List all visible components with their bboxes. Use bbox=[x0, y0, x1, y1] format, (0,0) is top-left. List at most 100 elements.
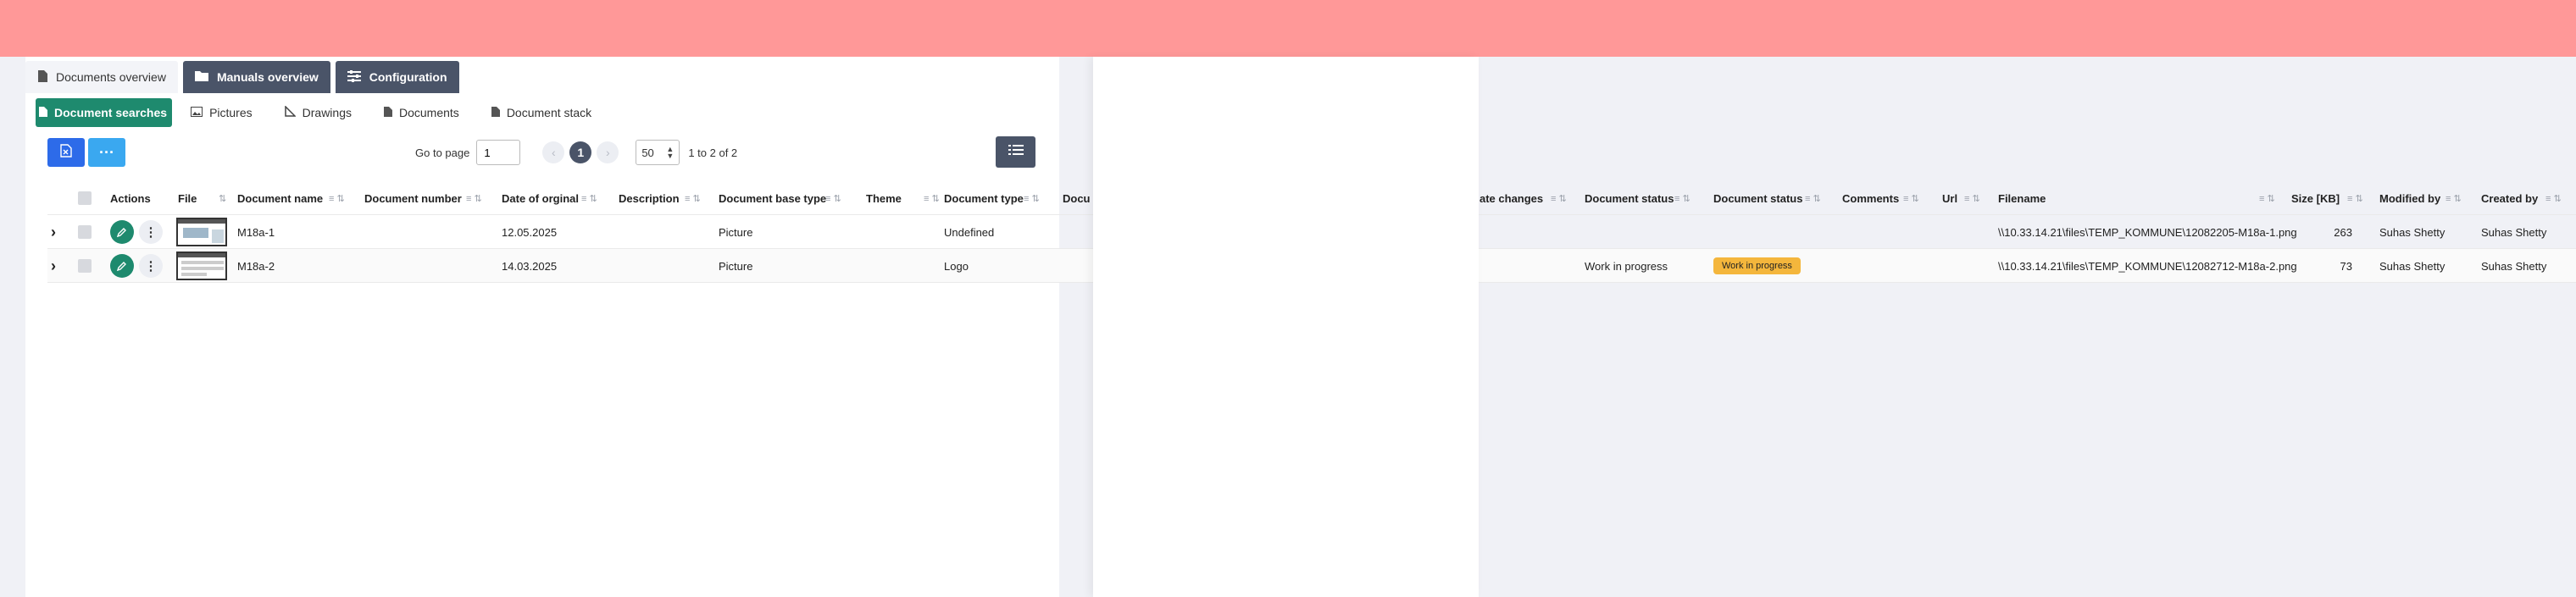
main-panel bbox=[25, 57, 1059, 597]
cell-base-type: Picture bbox=[719, 259, 753, 273]
subtab-document-searches[interactable]: Document searches bbox=[36, 98, 173, 127]
kebab-icon: ⋮ bbox=[144, 225, 158, 240]
row-checkbox[interactable] bbox=[78, 215, 92, 249]
excel-export-button[interactable] bbox=[47, 138, 85, 167]
tab-manuals-overview[interactable]: Manuals overview bbox=[182, 61, 330, 93]
tab-label: Manuals overview bbox=[216, 70, 319, 84]
cell-created-by: Suhas Shetty bbox=[2481, 225, 2547, 239]
col-file[interactable]: File bbox=[178, 181, 197, 215]
expand-row-button[interactable]: › bbox=[51, 249, 56, 283]
tab-documents-overview[interactable]: Documents overview bbox=[25, 61, 178, 93]
row-menu-button[interactable]: ⋮ bbox=[139, 249, 163, 283]
kebab-icon: ⋮ bbox=[144, 259, 158, 274]
select-all-checkbox[interactable] bbox=[78, 181, 92, 215]
sort-icon[interactable]: ≡ ⇅ bbox=[1805, 181, 1821, 215]
sort-icon[interactable]: ≡ ⇅ bbox=[1674, 181, 1690, 215]
col-date-changes-partial[interactable]: ate changes bbox=[1480, 181, 1543, 215]
folder-icon bbox=[194, 70, 208, 84]
subtab-label: Pictures bbox=[209, 106, 253, 119]
col-base-type[interactable]: Document base type bbox=[719, 181, 826, 215]
subtab-label: Documents bbox=[399, 106, 459, 119]
sort-icon[interactable]: ≡ ⇅ bbox=[581, 181, 597, 215]
col-document-number[interactable]: Document number bbox=[364, 181, 462, 215]
cell-document-type: Logo bbox=[944, 259, 969, 273]
col-url[interactable]: Url bbox=[1942, 181, 1957, 215]
top-banner bbox=[0, 0, 2576, 57]
cell-size: 263 bbox=[2334, 225, 2352, 239]
sort-icon[interactable]: ≡ ⇅ bbox=[2347, 181, 2363, 215]
column-chooser-button[interactable] bbox=[996, 136, 1035, 168]
sort-icon[interactable]: ≡ ⇅ bbox=[1964, 181, 1980, 215]
subtab-document-stack[interactable]: Document stack bbox=[478, 98, 605, 127]
updown-icon: ▲ ▼ bbox=[666, 145, 675, 160]
sort-icon[interactable]: ≡ ⇅ bbox=[466, 181, 482, 215]
more-options-button[interactable]: ··· bbox=[88, 138, 125, 167]
sort-icon[interactable]: ≡ ⇅ bbox=[2446, 181, 2462, 215]
edit-button[interactable] bbox=[110, 249, 134, 283]
sort-icon[interactable]: ≡ ⇅ bbox=[329, 181, 345, 215]
col-description[interactable]: Description bbox=[619, 181, 680, 215]
subtab-pictures[interactable]: Pictures bbox=[177, 98, 266, 127]
page-input[interactable] bbox=[476, 140, 521, 165]
cell-document-status: Work in progress bbox=[1585, 259, 1668, 273]
page-size-value: 50 bbox=[641, 146, 654, 159]
sliders-icon bbox=[347, 69, 361, 85]
subtab-documents[interactable]: Documents bbox=[370, 98, 473, 127]
sort-icon[interactable]: ≡ ⇅ bbox=[2545, 181, 2562, 215]
col-filename[interactable]: Filename bbox=[1998, 181, 2046, 215]
col-created-by[interactable]: Created by bbox=[2481, 181, 2538, 215]
col-size[interactable]: Size [KB] bbox=[2291, 181, 2340, 215]
col-modified-by[interactable]: Modified by bbox=[2379, 181, 2440, 215]
chevron-right-icon: › bbox=[605, 146, 610, 159]
col-actions: Actions bbox=[110, 191, 151, 205]
col-document-name[interactable]: Document name bbox=[237, 181, 323, 215]
current-page-button[interactable]: 1 bbox=[569, 141, 592, 163]
col-document-type[interactable]: Document type bbox=[944, 181, 1024, 215]
go-to-page-label: Go to page bbox=[415, 146, 470, 159]
tab-label: Configuration bbox=[369, 70, 447, 84]
expand-row-button[interactable]: › bbox=[51, 215, 56, 249]
ruler-icon bbox=[284, 105, 297, 119]
cell-size: 73 bbox=[2340, 259, 2352, 273]
sort-icon[interactable]: ≡ ⇅ bbox=[1903, 181, 1919, 215]
tab-configuration[interactable]: Configuration bbox=[335, 61, 459, 93]
next-page-button[interactable]: › bbox=[597, 141, 619, 163]
subtab-label: Document searches bbox=[54, 106, 168, 119]
document-icon bbox=[384, 106, 392, 119]
cell-document-name: M18a-1 bbox=[237, 225, 275, 239]
cell-date-original: 12.05.2025 bbox=[502, 225, 558, 239]
chevron-right-icon: › bbox=[51, 223, 56, 240]
sub-tabs: Document searches Pictures Drawings Docu… bbox=[36, 98, 605, 127]
row-checkbox[interactable] bbox=[78, 249, 92, 283]
sort-icon[interactable]: ⇅ bbox=[219, 181, 226, 215]
subtab-drawings[interactable]: Drawings bbox=[271, 98, 365, 127]
col-document-status[interactable]: Document status bbox=[1585, 181, 1674, 215]
col-theme[interactable]: Theme bbox=[866, 181, 902, 215]
tab-label: Documents overview bbox=[56, 70, 166, 84]
excel-export-icon bbox=[60, 143, 72, 162]
sort-icon[interactable]: ≡ ⇅ bbox=[825, 181, 841, 215]
edit-button[interactable] bbox=[110, 215, 134, 249]
prev-page-button[interactable]: ‹ bbox=[542, 141, 565, 163]
more-icon: ··· bbox=[99, 143, 114, 161]
image-icon bbox=[191, 106, 203, 119]
col-date-original[interactable]: Date of orginal bbox=[502, 181, 579, 215]
pencil-icon bbox=[117, 228, 126, 237]
file-thumbnail[interactable] bbox=[176, 249, 227, 283]
sort-icon[interactable]: ≡ ⇅ bbox=[2259, 181, 2275, 215]
cell-base-type: Picture bbox=[719, 225, 753, 239]
col-document-status-badge[interactable]: Document status bbox=[1713, 181, 1802, 215]
col-comments[interactable]: Comments bbox=[1842, 181, 1899, 215]
cell-filename: \\10.33.14.21\files\TEMP_KOMMUNE\1208220… bbox=[1998, 225, 2297, 239]
col-docu-partial[interactable]: Docu bbox=[1063, 181, 1091, 215]
sort-icon[interactable]: ≡ ⇅ bbox=[1551, 181, 1567, 215]
pagination: Go to page ‹ 1 › 50 ▲▼ 1 to 2 of 2 bbox=[415, 139, 737, 166]
sort-icon[interactable]: ≡ ⇅ bbox=[685, 181, 701, 215]
status-badge: Work in progress bbox=[1713, 249, 1801, 283]
row-menu-button[interactable]: ⋮ bbox=[139, 215, 163, 249]
sort-icon[interactable]: ≡ ⇅ bbox=[1024, 181, 1040, 215]
page-size-select[interactable]: 50 ▲ ▼ bbox=[636, 140, 680, 165]
sort-icon[interactable]: ≡ ⇅ bbox=[924, 181, 940, 215]
document-icon bbox=[39, 106, 47, 119]
file-thumbnail[interactable] bbox=[176, 215, 227, 249]
